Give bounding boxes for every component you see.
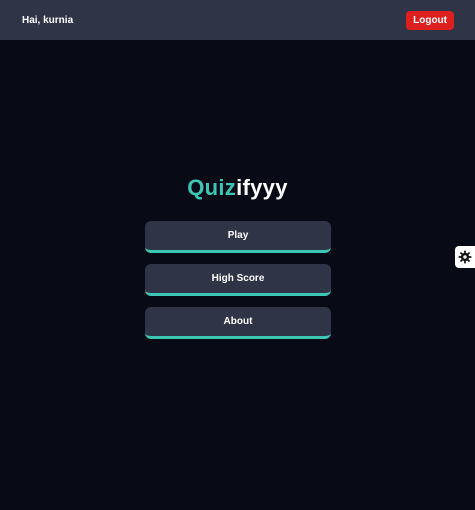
about-button[interactable]: About (145, 307, 331, 339)
gear-icon (458, 250, 472, 264)
top-bar: Hai, kurnia Logout (0, 0, 475, 40)
user-greeting: Hai, kurnia (22, 14, 74, 26)
logout-button[interactable]: Logout (406, 10, 454, 30)
main-menu: Play High Score About (145, 221, 331, 350)
app-title-rest: ifyyy (236, 175, 288, 200)
play-button[interactable]: Play (145, 221, 331, 253)
app-title: Quizifyyy (0, 175, 475, 201)
theme-toggle-button[interactable] (455, 246, 475, 268)
high-score-button[interactable]: High Score (145, 264, 331, 296)
app-title-accent: Quiz (187, 175, 237, 200)
